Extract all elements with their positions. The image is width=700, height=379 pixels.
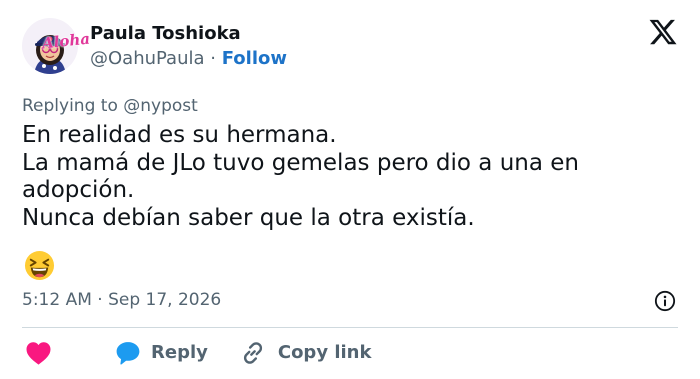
replying-to-label[interactable]: Replying to @nypost — [22, 94, 198, 118]
author-handle-row: @OahuPaula · Follow — [90, 46, 287, 72]
tweet-line: La mamá de JLo tuvo gemelas pero dio a u… — [22, 149, 579, 176]
x-logo-icon[interactable] — [648, 17, 678, 47]
heart-icon — [26, 342, 51, 365]
tweet-line: Nunca debían saber que la otra existía. — [22, 204, 475, 231]
reply-button[interactable]: Reply — [115, 340, 208, 366]
speech-bubble-icon — [116, 342, 140, 365]
author-handle[interactable]: @OahuPaula — [90, 48, 205, 69]
copy-link-label: Copy link — [277, 342, 372, 363]
like-button[interactable] — [22, 341, 115, 365]
tweet-actions: Reply Copy link — [22, 338, 371, 368]
reply-label: Reply — [151, 342, 208, 363]
tweet-line: En realidad es su hermana. — [22, 122, 337, 148]
follow-button[interactable]: Follow — [222, 48, 287, 69]
laughing-face-emoji-icon — [24, 250, 55, 281]
author-display-name[interactable]: Paula Toshioka — [90, 22, 287, 46]
divider — [22, 327, 678, 328]
tweet-embed-card: Aloha Paula Toshioka @OahuPaula · Follow… — [0, 0, 700, 379]
tweet-timestamp[interactable]: 5:12 AM · Sep 17, 2026 — [22, 288, 221, 312]
avatar-badge-text: Aloha — [41, 29, 91, 53]
tweet-line: adopción. — [22, 177, 135, 203]
copy-link-button[interactable]: Copy link — [208, 340, 372, 366]
tweet-text: En realidad es su hermana. La mamá de JL… — [22, 122, 682, 232]
author-names: Paula Toshioka @OahuPaula · Follow — [90, 20, 287, 72]
info-icon[interactable] — [654, 290, 676, 312]
separator-dot: · — [210, 48, 216, 69]
link-icon — [243, 342, 262, 364]
tweet-header: Aloha Paula Toshioka @OahuPaula · Follow — [22, 18, 287, 74]
avatar[interactable]: Aloha — [22, 18, 91, 74]
